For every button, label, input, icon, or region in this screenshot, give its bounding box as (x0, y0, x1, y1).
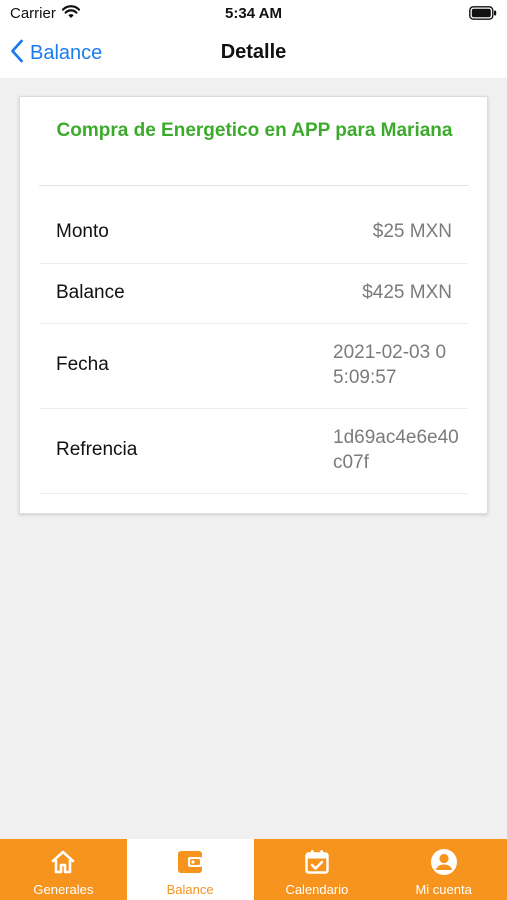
monto-value: $25 MXN (372, 221, 452, 242)
account-circle-icon (430, 848, 458, 876)
home-icon (49, 848, 77, 876)
tab-mi-cuenta[interactable]: Mi cuenta (380, 839, 507, 900)
balance-label: Balance (56, 282, 125, 303)
detail-row-referencia: Refrencia 1d69ac4e6e40c07f (40, 409, 468, 494)
title-divider (39, 185, 469, 186)
fecha-value: 2021-02-03 05:09:57 (333, 342, 447, 388)
tab-balance[interactable]: Balance (126, 839, 254, 900)
tab-label: Mi cuenta (415, 882, 472, 897)
navigation-bar: Balance Detalle (0, 28, 507, 78)
tab-calendario[interactable]: Calendario (254, 839, 381, 900)
monto-label: Monto (56, 221, 109, 242)
page-title: Detalle (220, 41, 287, 63)
detail-row-monto: Monto $25 MXN (40, 203, 468, 264)
wallet-icon (176, 848, 204, 876)
balance-value: $425 MXN (362, 282, 452, 303)
transaction-detail-card: Compra de Energetico en APP para Mariana… (19, 96, 488, 514)
tab-bar: Generales Balance Calendario Mi cuenta (0, 839, 507, 900)
tab-label: Generales (33, 882, 94, 897)
battery-icon (469, 6, 497, 25)
detail-row-balance: Balance $425 MXN (40, 264, 468, 324)
referencia-label: Refrencia (56, 439, 138, 460)
clock-time: 5:34 AM (225, 5, 282, 22)
tab-label: Balance (166, 882, 214, 897)
fecha-label: Fecha (56, 354, 109, 375)
tab-generales[interactable]: Generales (0, 839, 127, 900)
detail-row-fecha: Fecha 2021-02-03 05:09:57 (40, 324, 468, 409)
referencia-value: 1d69ac4e6e40c07f (333, 427, 459, 473)
tab-label: Calendario (285, 882, 349, 897)
status-bar: Carrier 5:34 AM (0, 0, 507, 28)
transaction-title: Compra de Energetico en APP para Mariana (56, 120, 453, 141)
calendar-check-icon (303, 848, 331, 876)
